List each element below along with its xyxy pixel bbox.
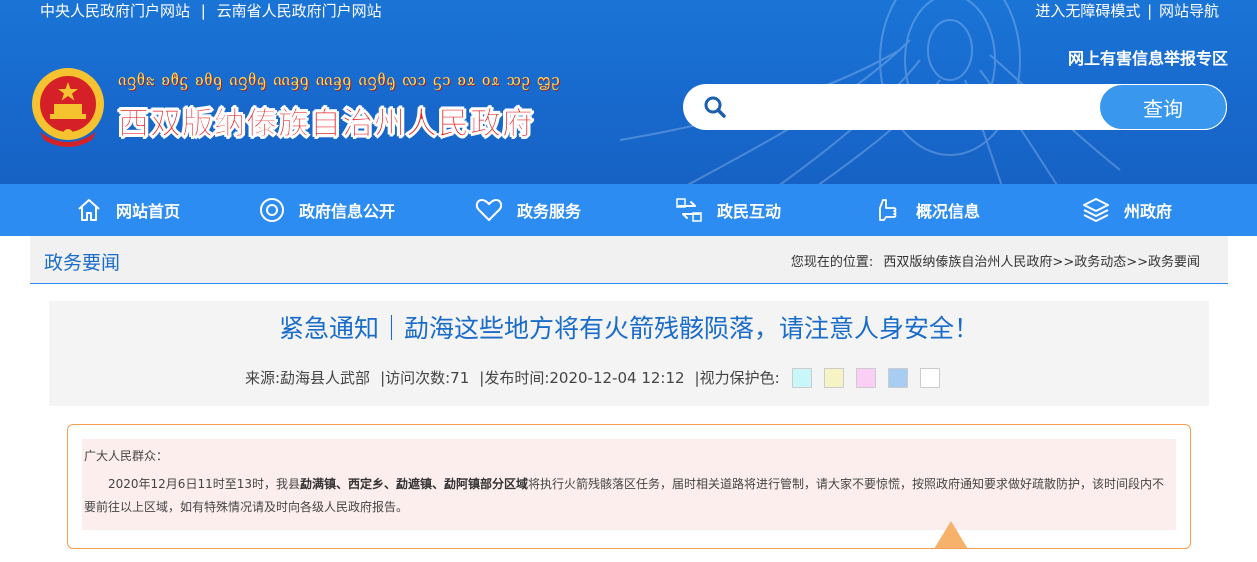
- notice-body: 2020年12月6日11时至13时，我县勐满镇、西定乡、勐遮镇、勐阿镇部分区域将…: [84, 473, 1174, 519]
- section-bar: 政务要闻 您现在的位置: 西双版纳傣族自治州人民政府>>政务动态>>政务要闻: [30, 236, 1228, 284]
- hand-icon: [879, 199, 897, 221]
- article-meta: 来源:勐海县人武部 |访问次数:71 |发布时间:2020-12-04 12:1…: [245, 367, 940, 388]
- main-nav: 网站首页 政府信息公开 政务服务 政民互动 概况信息 州政府: [0, 184, 1257, 236]
- notice-box: 广大人民群众： 2020年12月6日11时至13时，我县勐满镇、西定乡、勐遮镇、…: [67, 424, 1191, 549]
- article-source: 来源:勐海县人武部: [245, 369, 371, 387]
- notice-content: 广大人民群众： 2020年12月6日11时至13时，我县勐满镇、西定乡、勐遮镇、…: [82, 439, 1176, 530]
- eye-care-color-pink[interactable]: [855, 367, 876, 388]
- harmful-info-report-link[interactable]: 网上有害信息举报专区: [1068, 45, 1228, 69]
- site-header: 中央人民政府门户网站 | 云南省人民政府门户网站 进入无障碍模式 | 网站导航 …: [0, 0, 1257, 184]
- nav-item-home[interactable]: 网站首页: [76, 184, 180, 236]
- section-title: 政务要闻: [44, 252, 121, 274]
- eye-care-label: |视力保护色:: [694, 369, 780, 387]
- nav-item-gov-info[interactable]: 政府信息公开: [259, 184, 395, 236]
- search-icon: [704, 96, 726, 118]
- top-links-right: 进入无障碍模式 | 网站导航: [1035, 0, 1219, 21]
- top-links-left: 中央人民政府门户网站 | 云南省人民政府门户网站: [40, 0, 382, 21]
- nav-item-gov-services[interactable]: 政务服务: [475, 184, 581, 236]
- nav-item-interaction[interactable]: 政民互动: [675, 184, 781, 236]
- target-icon: [260, 198, 284, 222]
- search-box: 查询: [683, 84, 1227, 130]
- national-emblem-icon: [32, 68, 104, 147]
- nav-item-overview[interactable]: 概况信息: [874, 184, 980, 236]
- breadcrumb: 您现在的位置: 西双版纳傣族自治州人民政府>>政务动态>>政务要闻: [791, 251, 1200, 270]
- nav-label: 州政府: [1124, 202, 1173, 221]
- article-published: |发布时间:2020-12-04 12:12: [479, 369, 685, 387]
- site-title: 西双版纳傣族自治州人民政府: [118, 106, 534, 143]
- notice-body-bold: 勐满镇、西定乡、勐遮镇、勐阿镇部分区域: [299, 477, 528, 491]
- separator: |: [200, 2, 206, 20]
- breadcrumb-path[interactable]: 西双版纳傣族自治州人民政府>>政务动态>>政务要闻: [883, 255, 1200, 270]
- heart-icon: [475, 198, 503, 222]
- notice-greeting: 广大人民群众：: [84, 449, 169, 463]
- notice-body-pre: 2020年12月6日11时至13时，我县: [108, 477, 300, 491]
- article-visits: |访问次数:71: [380, 369, 470, 387]
- breadcrumb-prefix: 您现在的位置:: [790, 255, 874, 270]
- article-header: 紧急通知｜勐海这些地方将有火箭残骸陨落，请注意人身安全！ 来源:勐海县人武部 |…: [49, 301, 1209, 406]
- nav-label: 概况信息: [916, 202, 981, 221]
- link-site-nav[interactable]: 网站导航: [1159, 2, 1219, 20]
- triangle-decoration: [934, 521, 968, 548]
- nav-label: 网站首页: [116, 202, 181, 221]
- home-icon: [78, 199, 100, 221]
- eye-care-color-cyan[interactable]: [791, 367, 812, 388]
- eye-care-color-blue[interactable]: [887, 367, 908, 388]
- eye-care-color-white[interactable]: [919, 367, 940, 388]
- eye-care-color-yellow[interactable]: [823, 367, 844, 388]
- link-central-gov[interactable]: 中央人民政府门户网站: [40, 0, 190, 21]
- article-title: 紧急通知｜勐海这些地方将有火箭残骸陨落，请注意人身安全！: [278, 314, 979, 343]
- link-yunnan-gov[interactable]: 云南省人民政府门户网站: [217, 0, 382, 21]
- nav-label: 政民互动: [717, 202, 782, 221]
- dai-script-title: ᦵᦋᦲᦰ ᦈᦹᧃ ᦈᦲᧁ ᦵᦋᦲᧂ ᦶᦃᧁ ᦶᦃᧁ ᦵᦋᦲᧂ ᦟᦱ ᦓᦱ ᦈᦸ …: [118, 70, 561, 90]
- nav-item-prefecture-gov[interactable]: 州政府: [1082, 184, 1172, 236]
- exchange-icon: [676, 198, 702, 222]
- nav-label: 政务服务: [517, 202, 582, 221]
- link-accessibility[interactable]: 进入无障碍模式: [1035, 2, 1140, 20]
- search-input[interactable]: [739, 90, 1089, 124]
- separator: |: [1147, 2, 1153, 20]
- search-button[interactable]: 查询: [1099, 84, 1227, 130]
- layers-icon: [1083, 198, 1109, 222]
- nav-label: 政府信息公开: [299, 202, 396, 221]
